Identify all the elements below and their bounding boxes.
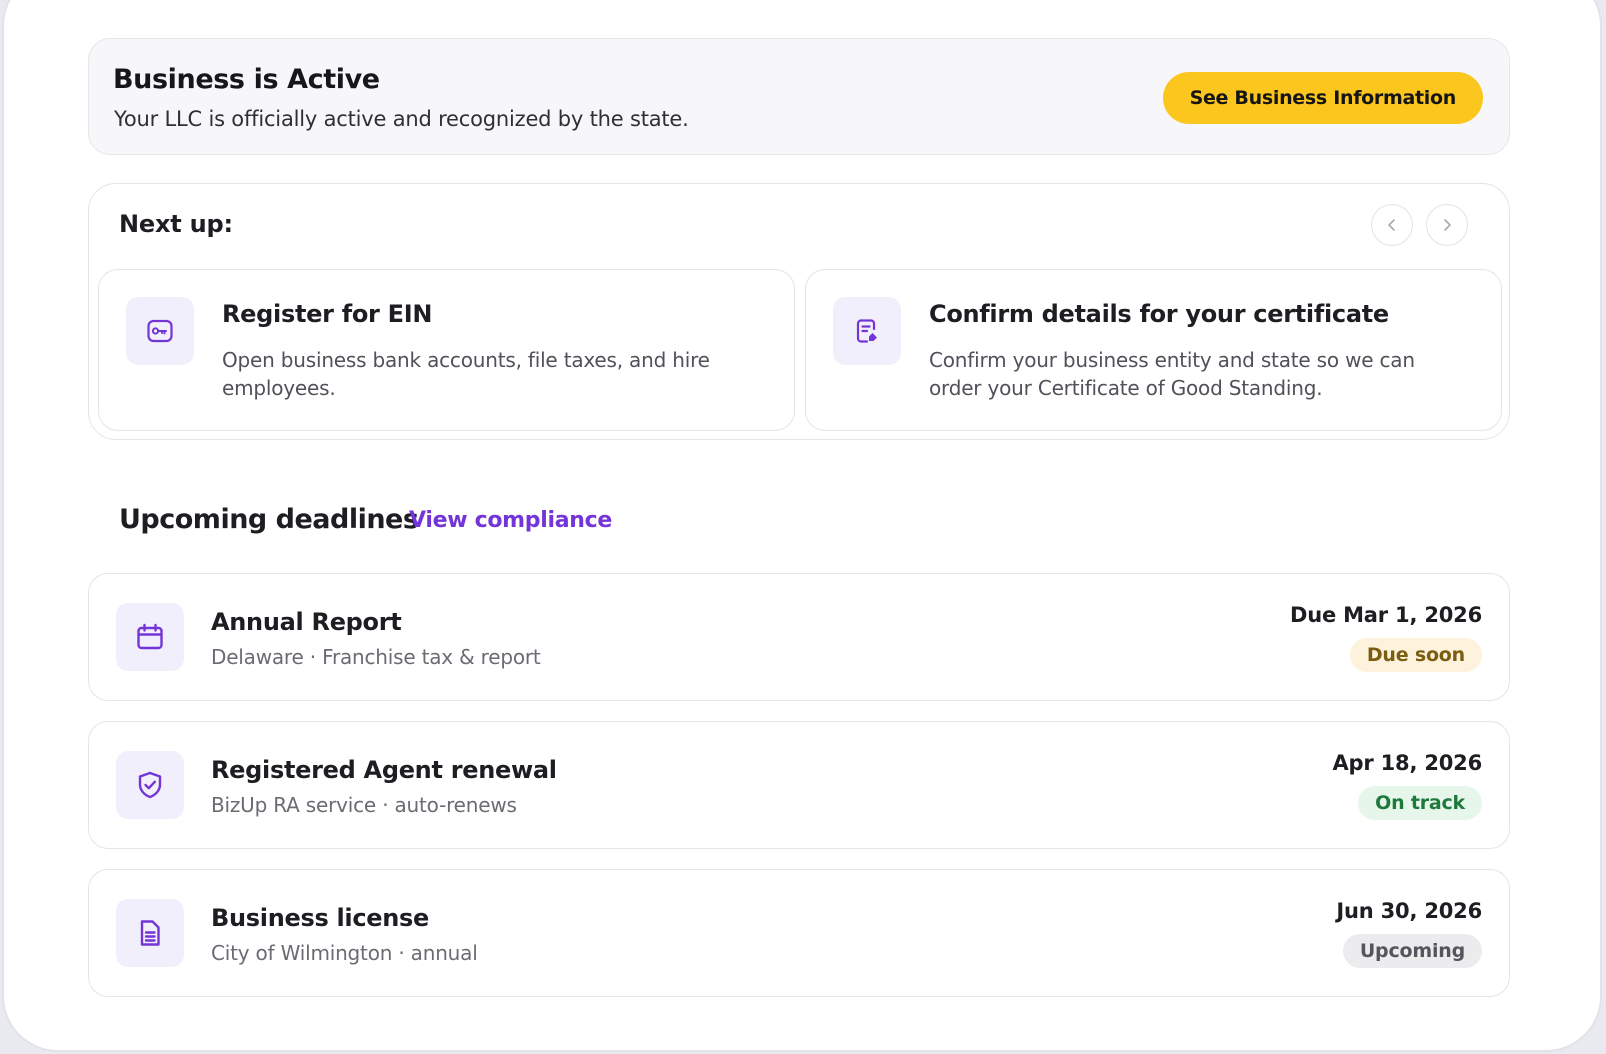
see-business-information-button[interactable]: See Business Information bbox=[1162, 72, 1483, 124]
task-title: Confirm details for your certificate bbox=[929, 300, 1389, 328]
task-icon-badge bbox=[833, 297, 901, 365]
deadline-icon-badge bbox=[116, 603, 184, 671]
status-badge: Upcoming bbox=[1342, 934, 1482, 968]
deadline-date: Jun 30, 2026 bbox=[1336, 899, 1482, 923]
task-card-register-ein[interactable]: Register for EIN Open business bank acco… bbox=[98, 269, 795, 431]
task-description: Confirm your business entity and state s… bbox=[929, 348, 1415, 400]
status-badge: Due soon bbox=[1349, 638, 1482, 672]
status-badge: On track bbox=[1358, 786, 1482, 820]
document-icon bbox=[140, 920, 160, 946]
chevron-left-icon bbox=[1388, 219, 1395, 231]
status-subtitle: Your LLC is officially active and recogn… bbox=[114, 107, 689, 131]
deadline-subtitle: Delaware · Franchise tax & report bbox=[211, 645, 541, 669]
view-compliance-link[interactable]: View compliance bbox=[409, 508, 612, 533]
status-title: Business is Active bbox=[113, 64, 380, 95]
previous-button[interactable] bbox=[1371, 204, 1413, 246]
business-status-card: Business is Active Your LLC is officiall… bbox=[88, 38, 1510, 155]
deadline-date: Due Mar 1, 2026 bbox=[1289, 603, 1482, 627]
calendar-icon bbox=[137, 623, 163, 650]
key-icon bbox=[147, 319, 173, 343]
shield-check-icon bbox=[138, 771, 162, 799]
deadline-date: Apr 18, 2026 bbox=[1332, 751, 1482, 775]
deadline-subtitle: BizUp RA service · auto-renews bbox=[211, 793, 517, 817]
next-up-card: Next up: Register for EIN Open business … bbox=[88, 183, 1510, 440]
task-title: Register for EIN bbox=[222, 300, 433, 328]
deadline-subtitle: City of Wilmington · annual bbox=[211, 941, 478, 965]
task-description: Open business bank accounts, file taxes,… bbox=[222, 348, 710, 400]
deadline-row-annual-report[interactable]: Annual Report Delaware · Franchise tax &… bbox=[88, 573, 1510, 701]
chevron-right-icon bbox=[1444, 219, 1451, 231]
task-icon-badge bbox=[126, 297, 194, 365]
upcoming-deadlines-title: Upcoming deadlines bbox=[119, 504, 419, 535]
deadline-title: Registered Agent renewal bbox=[211, 756, 557, 784]
task-card-confirm-certificate[interactable]: Confirm details for your certificate Con… bbox=[805, 269, 1502, 431]
deadline-row-registered-agent[interactable]: Registered Agent renewal BizUp RA servic… bbox=[88, 721, 1510, 849]
deadline-icon-badge bbox=[116, 899, 184, 967]
deadline-icon-badge bbox=[116, 751, 184, 819]
certificate-edit-icon bbox=[856, 319, 877, 343]
next-button[interactable] bbox=[1426, 204, 1468, 246]
deadline-row-business-license[interactable]: Business license City of Wilmington · an… bbox=[88, 869, 1510, 997]
next-up-title: Next up: bbox=[119, 210, 233, 238]
deadline-title: Annual Report bbox=[211, 608, 402, 636]
deadline-title: Business license bbox=[211, 904, 429, 932]
